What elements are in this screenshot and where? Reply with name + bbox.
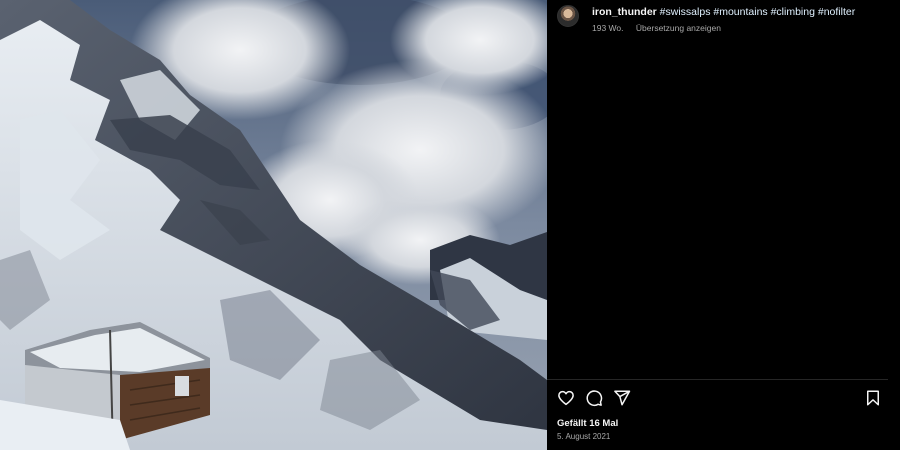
action-bar [557,389,882,407]
comment-icon[interactable] [585,389,603,407]
avatar[interactable] [557,5,579,27]
hashtag-link[interactable]: #climbing [771,6,815,18]
post-image[interactable] [0,0,547,450]
post-date: 5. August 2021 [557,432,611,441]
likes-count[interactable]: Gefällt 16 Mal [557,418,618,429]
divider [547,379,888,380]
share-icon[interactable] [613,389,631,407]
hashtag-link[interactable]: #mountains [713,6,767,18]
username-link[interactable]: iron_thunder [592,6,657,18]
heart-icon[interactable] [557,389,575,407]
bookmark-icon[interactable] [864,389,882,407]
translate-link[interactable]: Übersetzung anzeigen [636,23,721,33]
caption: iron_thunder #swissalps #mountains #clim… [557,5,855,33]
hashtag-link[interactable]: #nofilter [818,6,855,18]
mountain-photo [0,0,547,450]
post-sidebar: iron_thunder #swissalps #mountains #clim… [547,0,900,450]
post-age: 193 Wo. [592,23,624,33]
hashtag-link[interactable]: #swissalps [660,6,711,18]
